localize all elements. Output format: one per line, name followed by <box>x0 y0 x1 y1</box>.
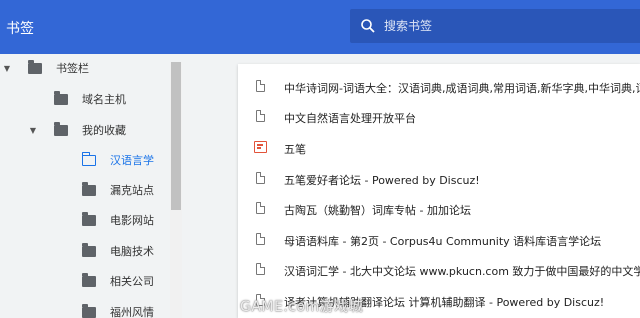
list-item[interactable]: 五笔 <box>238 133 640 163</box>
bookmark-title: 五笔 <box>284 143 306 156</box>
sidebar-item-label: 域名主机 <box>82 93 126 106</box>
sidebar-item-domain-hosting[interactable]: 域名主机 <box>54 85 126 113</box>
bookmark-title: 汉语词汇学 - 北大中文论坛 www.pkucn.com 致力于做中国最好的中文… <box>284 265 640 278</box>
chevron-down-icon[interactable]: ▼ <box>28 126 38 135</box>
list-item[interactable]: 中华诗词网-词语大全：汉语词典,成语词典,常用词语,新华字典,中华词典,词语查询… <box>238 72 640 102</box>
sidebar-item-site[interactable]: 漏克站点 <box>82 176 154 204</box>
bookmark-list: 中华诗词网-词语大全：汉语词典,成语词典,常用词语,新华字典,中华词典,词语查询… <box>238 64 640 318</box>
list-item[interactable]: 汉语词汇学 - 北大中文论坛 www.pkucn.com 致力于做中国最好的中文… <box>238 255 640 285</box>
sidebar-item-my-favorites[interactable]: ▼ 我的收藏 <box>28 116 126 144</box>
page-icon <box>256 110 265 122</box>
sidebar-item-movie-sites[interactable]: 电影网站 <box>82 206 154 234</box>
sidebar-item-label: 汉语言学 <box>110 154 154 167</box>
app-header: 书签 <box>0 0 640 54</box>
page-icon <box>256 233 265 245</box>
list-item[interactable]: 古陶瓦（姚勤智）词库专帖 - 加加论坛 <box>238 194 640 224</box>
sidebar-item-label: 电影网站 <box>110 214 154 227</box>
wubi-favicon-icon <box>254 141 267 153</box>
list-item[interactable]: 母语语料库 - 第2页 - Corpus4u Community 语料库语言学论… <box>238 225 640 255</box>
page-icon <box>256 202 265 214</box>
folder-sidebar: ▼ 书签栏 域名主机 ▼ 我的收藏 汉语言学 漏克站点 电影网站 电脑技术 相关… <box>0 54 183 318</box>
sidebar-item-label: 电脑技术 <box>110 245 154 258</box>
sidebar-item-bookmarks-bar[interactable]: ▼ 书签栏 <box>2 54 89 82</box>
sidebar-scrollbar-thumb[interactable] <box>171 62 181 210</box>
page-title: 书签 <box>6 21 34 37</box>
folder-icon <box>28 59 42 74</box>
bookmark-title: 古陶瓦（姚勤智）词库专帖 - 加加论坛 <box>284 204 471 217</box>
sidebar-item-label: 相关公司 <box>110 275 154 288</box>
list-item[interactable]: 五笔爱好者论坛 - Powered by Discuz! <box>238 164 640 194</box>
folder-icon <box>82 242 96 257</box>
search-box[interactable] <box>350 9 640 43</box>
sidebar-item-chinese-linguistics[interactable]: 汉语言学 <box>81 146 154 174</box>
sidebar-item-related-companies[interactable]: 相关公司 <box>82 267 154 295</box>
sidebar-item-label: 漏克站点 <box>110 184 154 197</box>
folder-icon <box>54 121 68 136</box>
folder-open-icon <box>81 151 96 166</box>
folder-icon <box>54 90 68 105</box>
sidebar-item-label: 我的收藏 <box>82 124 126 137</box>
page-icon <box>256 263 265 275</box>
sidebar-item-fuzhou[interactable]: 福州风情 <box>82 298 154 318</box>
sidebar-item-computer-tech[interactable]: 电脑技术 <box>82 237 154 265</box>
bookmark-title: 母语语料库 - 第2页 - Corpus4u Community 语料库语言学论… <box>284 235 602 248</box>
watermark: GAME.com游戏城 <box>240 299 364 315</box>
folder-icon <box>82 272 96 287</box>
sidebar-item-label: 书签栏 <box>56 62 89 75</box>
folder-icon <box>82 211 96 226</box>
search-icon <box>361 19 375 33</box>
bookmark-title: 五笔爱好者论坛 - Powered by Discuz! <box>284 174 480 187</box>
folder-icon <box>82 303 96 318</box>
search-input[interactable] <box>384 9 634 43</box>
bookmark-title: 中华诗词网-词语大全：汉语词典,成语词典,常用词语,新华字典,中华词典,词语查询… <box>284 82 640 95</box>
chevron-down-icon[interactable]: ▼ <box>2 64 12 73</box>
sidebar-item-label: 福州风情 <box>110 306 154 318</box>
list-item[interactable]: 中文自然语言处理开放平台 <box>238 102 640 132</box>
page-icon <box>256 80 265 92</box>
page-icon <box>256 172 265 184</box>
bookmark-title: 中文自然语言处理开放平台 <box>284 112 416 125</box>
folder-icon <box>82 181 96 196</box>
